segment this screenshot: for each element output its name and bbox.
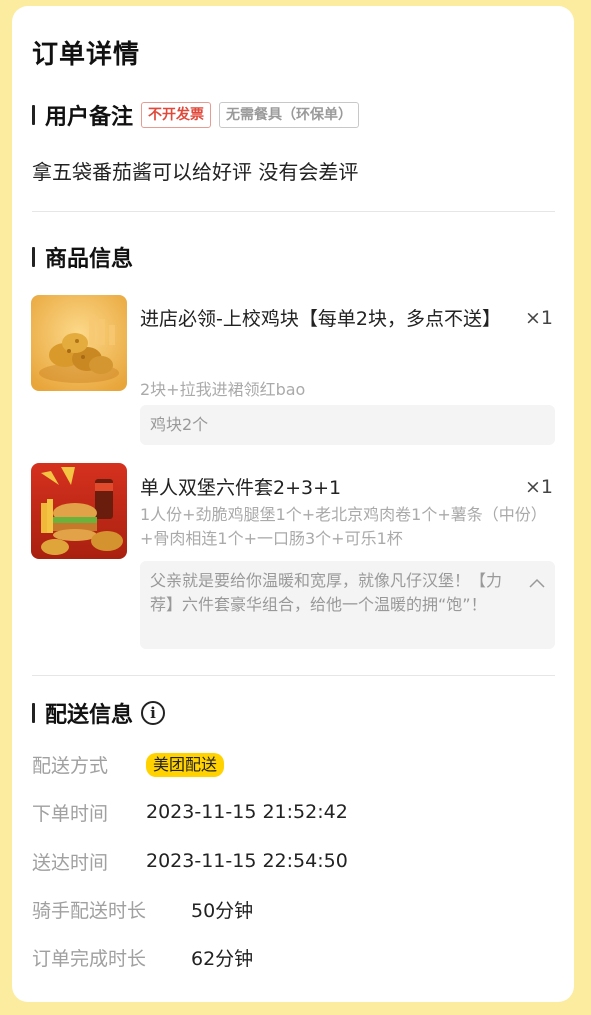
rider-duration-label: 骑手配送时长 — [32, 899, 147, 922]
item-name: 单人双堡六件套2+3+1 — [140, 477, 342, 499]
remark-section-header: 用户备注 不开发票 无需餐具（环保单） — [32, 100, 360, 130]
item-name: 进店必领-上校鸡块【每单2块，多点不送】 — [140, 308, 501, 330]
rider-duration-value: 50分钟 — [191, 899, 254, 922]
completion-duration-value: 62分钟 — [191, 947, 254, 970]
page-title: 订单详情 — [32, 40, 141, 70]
delivery-method-label: 配送方式 — [32, 754, 109, 777]
divider — [32, 675, 555, 676]
section-marker — [32, 703, 35, 723]
order-detail-card: 订单详情 用户备注 不开发票 无需餐具（环保单） 拿五袋番茄酱可以给好评 没有会… — [12, 6, 574, 1002]
order-time-label: 下单时间 — [32, 802, 109, 825]
item-note-text: 父亲就是要给你温暖和宽厚，就像凡仔汉堡！【力荐】六件套豪华组合，给他一个温暖的拥… — [150, 571, 503, 614]
products-section-header: 商品信息 — [32, 242, 133, 272]
completion-duration-label: 订单完成时长 — [32, 947, 147, 970]
delivered-time-value: 2023-11-15 22:54:50 — [146, 850, 348, 872]
item-quantity: ×1 — [524, 476, 553, 498]
item-spec: 2块+拉我进裙领红bao — [140, 380, 306, 399]
completion-duration-row: 订单完成时长 62分钟 — [32, 942, 253, 972]
products-section-title: 商品信息 — [45, 247, 134, 272]
no-invoice-tag: 不开发票 — [141, 102, 212, 128]
item-spec: 1人份+劲脆鸡腿堡1个+老北京鸡肉卷1个+薯条（中份）+骨肉相连1个+一口肠3个… — [140, 505, 539, 548]
delivery-method-badge: 美团配送 — [146, 753, 225, 777]
item-quantity: ×1 — [524, 307, 553, 329]
item-note-text: 鸡块2个 — [150, 415, 209, 434]
section-marker — [32, 247, 35, 267]
delivered-time-row: 送达时间 2023-11-15 22:54:50 — [32, 846, 348, 876]
delivery-section-header: 配送信息 i — [32, 698, 166, 728]
chicken-nuggets-image[interactable] — [31, 295, 127, 391]
order-time-value: 2023-11-15 21:52:42 — [146, 801, 348, 823]
divider — [32, 211, 555, 212]
delivery-section-title: 配送信息 — [45, 703, 134, 728]
order-time-row: 下单时间 2023-11-15 21:52:42 — [32, 797, 348, 827]
remark-text: 拿五袋番茄酱可以给好评 没有会差评 — [32, 160, 359, 184]
section-marker — [32, 105, 35, 125]
item-note-box: 父亲就是要给你温暖和宽厚，就像凡仔汉堡！【力荐】六件套豪华组合，给他一个温暖的拥… — [140, 561, 555, 649]
remark-section-title: 用户备注 — [45, 105, 134, 130]
chevron-up-icon[interactable] — [529, 571, 545, 595]
info-icon[interactable]: i — [141, 701, 166, 725]
no-utensils-tag: 无需餐具（环保单） — [219, 102, 360, 128]
burger-combo-image[interactable] — [31, 463, 127, 559]
delivered-time-label: 送达时间 — [32, 851, 109, 874]
delivery-method-row: 配送方式 — [32, 749, 108, 779]
item-note-box: 鸡块2个 — [140, 405, 555, 445]
rider-duration-row: 骑手配送时长 50分钟 — [32, 894, 253, 924]
